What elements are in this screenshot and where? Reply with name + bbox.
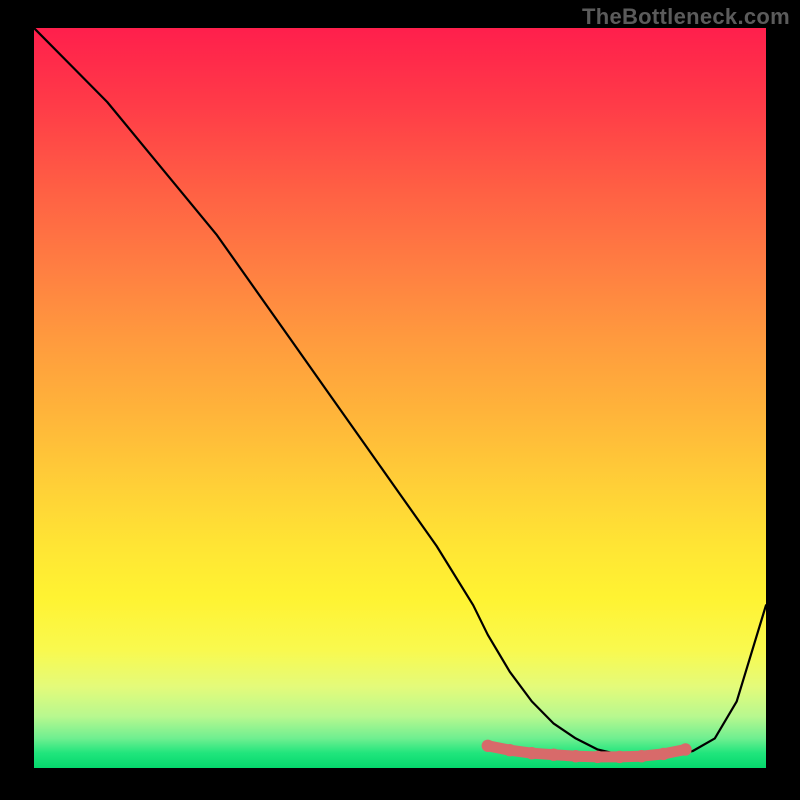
watermark-text: TheBottleneck.com <box>582 4 790 30</box>
optimal-range-dot <box>635 750 647 762</box>
optimal-range-dot <box>504 744 516 756</box>
optimal-range-dot <box>482 740 494 752</box>
chart-svg <box>34 28 766 768</box>
optimal-range-dot <box>591 751 603 763</box>
optimal-range-dot <box>570 750 582 762</box>
optimal-range-path <box>488 746 686 757</box>
optimal-range-dot <box>613 751 625 763</box>
chart-stage: TheBottleneck.com <box>0 0 800 800</box>
plot-area <box>34 28 766 768</box>
bottleneck-curve-path <box>34 28 766 757</box>
optimal-range-dot <box>548 749 560 761</box>
optimal-range-dot <box>679 743 691 755</box>
optimal-range-dot <box>526 747 538 759</box>
optimal-range-dot <box>657 748 669 760</box>
